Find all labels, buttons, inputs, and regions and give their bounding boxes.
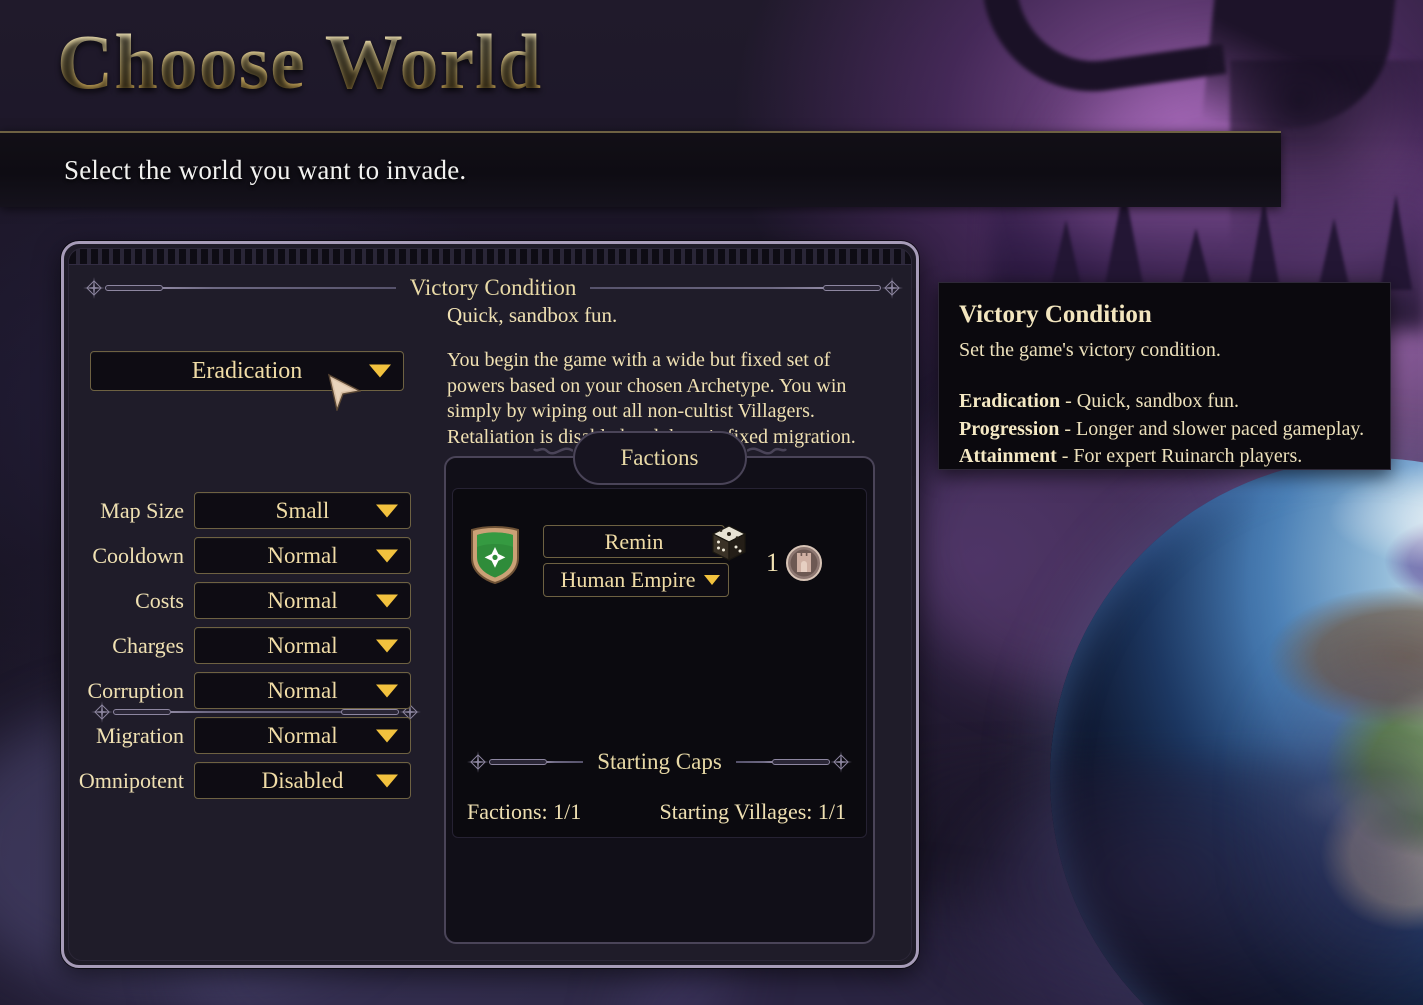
setting-label: Costs	[135, 587, 184, 613]
victory-condition-title: Victory Condition	[409, 275, 577, 300]
setting-row-omnipotent: Omnipotent Disabled	[72, 762, 417, 799]
chevron-down-icon	[376, 504, 398, 517]
star-ornament-icon	[881, 277, 903, 299]
faction-race-dropdown[interactable]: Human Empire	[543, 563, 729, 597]
factions-list: Remin Human Empire 1 Starting Caps Facti…	[452, 488, 867, 838]
setting-dropdown-cooldown[interactable]: Normal	[194, 537, 411, 574]
chevron-down-icon	[376, 774, 398, 787]
subtitle-bar: Select the world you want to invade.	[0, 131, 1281, 207]
factions-cap-label: Factions: 1/1	[467, 799, 582, 824]
spire	[1380, 194, 1412, 290]
divider-cap	[489, 759, 547, 765]
setting-value: Normal	[267, 587, 338, 613]
factions-tab-label: Factions	[620, 445, 699, 470]
world-settings-list: Map Size Small Cooldown Normal Costs Nor…	[72, 492, 417, 807]
tooltip-option-desc: - Quick, sandbox fun.	[1060, 390, 1239, 412]
star-ornament-icon	[83, 277, 105, 299]
spire	[1248, 198, 1280, 290]
star-ornament-icon	[830, 751, 852, 773]
victory-condition-description: Quick, sandbox fun. You begin the game w…	[447, 303, 879, 450]
factions-tab[interactable]: Factions	[532, 431, 787, 485]
setting-value: Normal	[267, 542, 338, 568]
spire	[1050, 220, 1082, 290]
tooltip-option-name: Eradication	[959, 390, 1061, 412]
setting-label: Map Size	[100, 497, 184, 523]
starting-caps-divider: Starting Caps	[467, 749, 852, 775]
setting-row-charges: Charges Normal	[72, 627, 417, 664]
setting-dropdown-costs[interactable]: Normal	[194, 582, 411, 619]
victory-condition-divider: Victory Condition	[83, 275, 903, 301]
setting-value: Disabled	[261, 767, 344, 793]
page-title: Choose World	[57, 18, 543, 105]
chevron-down-icon	[376, 594, 398, 607]
village-count-value: 1	[766, 548, 779, 577]
spire	[1318, 218, 1350, 290]
tooltip-option-attainment: Attainment - For expert Ruinarch players…	[959, 443, 1370, 471]
divider-line	[735, 761, 772, 763]
setting-row-costs: Costs Normal	[72, 582, 417, 619]
tooltip-option-desc: - For expert Ruinarch players.	[1056, 445, 1303, 468]
villages-cap-label: Starting Villages: 1/1	[659, 799, 846, 824]
setting-row-cooldown: Cooldown Normal	[72, 537, 417, 574]
chevron-down-icon	[704, 575, 720, 585]
setting-dropdown-charges[interactable]: Normal	[194, 627, 411, 664]
victory-condition-value: Eradication	[191, 357, 303, 384]
setting-label: Corruption	[87, 677, 184, 703]
faction-race-value: Human Empire	[560, 567, 696, 592]
setting-value: Normal	[267, 632, 338, 658]
tooltip-option-name: Attainment	[959, 445, 1057, 468]
curl-ornament-icon	[746, 447, 787, 455]
tooltip-option-name: Progression	[959, 417, 1060, 440]
chevron-down-icon	[376, 549, 398, 562]
tooltip-title: Victory Condition	[959, 301, 1152, 328]
setting-value: Normal	[267, 677, 338, 703]
setting-label: Cooldown	[92, 542, 184, 568]
spire	[1180, 228, 1212, 290]
faction-emblem-shield-icon[interactable]	[469, 525, 521, 585]
setting-value: Normal	[267, 722, 338, 748]
tooltip-option-desc: - Longer and slower paced gameplay.	[1059, 417, 1365, 440]
setting-row-corruption: Corruption Normal	[72, 672, 417, 709]
setting-dropdown-map-size[interactable]: Small	[194, 492, 411, 529]
tooltip-option-progression: Progression - Longer and slower paced ga…	[959, 416, 1370, 444]
starting-caps-values: Factions: 1/1 Starting Villages: 1/1	[467, 799, 852, 825]
setting-dropdown-omnipotent[interactable]: Disabled	[194, 762, 411, 799]
panel-comb-ornament	[69, 249, 911, 265]
setting-value: Small	[275, 497, 330, 523]
setting-row-map-size: Map Size Small	[72, 492, 417, 529]
setting-label: Omnipotent	[78, 767, 184, 793]
divider-line	[547, 761, 584, 763]
chevron-down-icon	[376, 729, 398, 742]
divider-cap	[823, 285, 882, 291]
divider-line	[163, 287, 396, 289]
setting-dropdown-migration[interactable]: Normal	[194, 717, 411, 754]
foreground-mist	[1240, 620, 1423, 1000]
chevron-down-icon	[376, 639, 398, 652]
faction-row: Remin Human Empire 1	[469, 525, 856, 597]
chevron-down-icon	[376, 684, 398, 697]
divider-cap	[772, 759, 830, 765]
divider-line	[590, 287, 824, 289]
faction-name-value: Remin	[604, 528, 664, 554]
star-ornament-icon	[467, 751, 489, 773]
page-header: Choose World	[0, 0, 1423, 131]
mouse-cursor-icon	[327, 373, 361, 411]
victory-condition-tooltip: Victory Condition Set the game's victory…	[938, 282, 1391, 470]
setting-row-migration: Migration Normal	[72, 717, 417, 754]
village-icon	[786, 545, 822, 581]
chevron-down-icon	[369, 364, 391, 378]
setting-dropdown-corruption[interactable]: Normal	[194, 672, 411, 709]
divider-cap	[105, 285, 163, 291]
victory-condition-lead: Quick, sandbox fun.	[447, 303, 618, 327]
setting-label: Charges	[112, 632, 184, 658]
faction-name-field[interactable]: Remin	[543, 525, 725, 558]
factions-panel: Factions Remin Human Empire 1 Starting C…	[444, 431, 875, 944]
starting-caps-title: Starting Caps	[597, 749, 722, 774]
tooltip-option-eradication: Eradication - Quick, sandbox fun.	[959, 388, 1370, 416]
randomize-dice-icon[interactable]	[709, 523, 749, 563]
tooltip-subtitle: Set the game's victory condition.	[959, 339, 1221, 361]
curl-ornament-icon	[532, 447, 573, 455]
subtitle-text: Select the world you want to invade.	[64, 155, 467, 185]
setting-label: Migration	[96, 722, 184, 748]
